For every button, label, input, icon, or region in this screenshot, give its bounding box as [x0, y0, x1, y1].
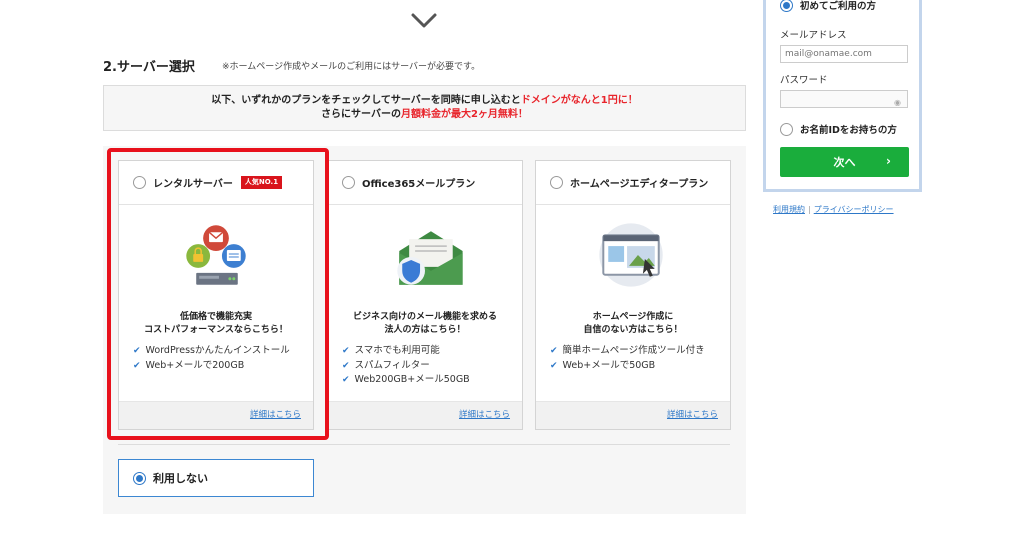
feature-item: スパムフィルター [342, 359, 470, 374]
first-time-option[interactable]: 初めてご利用の方 [780, 0, 876, 12]
feature-item: スマホでも利用可能 [342, 344, 470, 359]
password-field[interactable]: ◉ [780, 90, 908, 108]
notice-line1-highlight: ドメインがなんと1円に！ [520, 95, 638, 106]
plan-radio[interactable] [550, 176, 563, 189]
link-separator: | [808, 205, 811, 214]
campaign-notice: 以下、いずれかのプランをチェックしてサーバーを同時に申し込むとドメインがなんと1… [103, 85, 746, 131]
plan-desc-line1: ビジネス向けのメール機能を求める [352, 312, 497, 322]
terms-link[interactable]: 利用規約 [773, 205, 805, 214]
chevron-right-icon: › [886, 154, 891, 168]
divider [118, 444, 730, 445]
password-label: パスワード [780, 75, 828, 86]
no-use-option[interactable]: 利用しない [118, 459, 314, 497]
email-label: メールアドレス [780, 30, 847, 41]
radio-selected[interactable] [133, 471, 146, 485]
web-editor-illustration-icon [599, 223, 663, 287]
has-id-option[interactable]: お名前IDをお持ちの方 [780, 122, 897, 136]
plan-name: ホームページエディタープラン [570, 179, 709, 190]
plan-card-office365[interactable]: Office365メールプラン ビジネス向けのメール機能を求める 法人の方はこち… [327, 160, 523, 430]
section-note: ※ホームページ作成やメールのご利用にはサーバーが必要です。 [222, 62, 481, 72]
notice-line2: さらにサーバーの [321, 109, 401, 120]
eye-icon[interactable]: ◉ [894, 95, 901, 111]
no-use-label: 利用しない [153, 472, 208, 485]
first-time-label: 初めてご利用の方 [800, 1, 877, 12]
feature-item: Web200GB+メール50GB [342, 373, 470, 388]
notice-line1: 以下、いずれかのプランをチェックしてサーバーを同時に申し込むと [211, 95, 521, 106]
plan-desc-line2: 法人の方はこちら！ [384, 325, 466, 335]
plan-desc-line2: 自信のない方はこちら！ [583, 325, 683, 335]
plan-radio[interactable] [342, 176, 355, 189]
has-id-label: お名前IDをお持ちの方 [800, 125, 897, 136]
plan-card-homepage-editor[interactable]: ホームページエディタープラン ホームページ作成に 自信のない方はこちら！ 簡単ホ… [535, 160, 731, 430]
email-field[interactable] [780, 45, 908, 63]
footer-links: 利用規約 | プライバシーポリシー [773, 204, 894, 215]
feature-list: スマホでも利用可能 スパムフィルター Web200GB+メール50GB [342, 344, 470, 388]
feature-item: Web+メールで50GB [550, 359, 705, 374]
plan-description: ホームページ作成に 自信のない方はこちら！ [536, 311, 730, 337]
card-footer: 詳細はこちら [536, 401, 730, 429]
next-button[interactable]: 次へ › [780, 147, 909, 177]
detail-link[interactable]: 詳細はこちら [459, 410, 510, 420]
highlight-frame [107, 148, 329, 440]
feature-list: 簡単ホームページ作成ツール付き Web+メールで50GB [550, 344, 705, 373]
card-footer: 詳細はこちら [328, 401, 522, 429]
plan-desc-line1: ホームページ作成に [592, 312, 674, 322]
login-panel: 初めてご利用の方 メールアドレス パスワード ◉ お名前IDをお持ちの方 次へ … [763, 0, 922, 192]
next-label: 次へ [833, 156, 856, 169]
detail-link[interactable]: 詳細はこちら [667, 410, 718, 420]
section-title: 2.サーバー選択 [103, 60, 195, 75]
plan-radio[interactable] [780, 122, 793, 136]
notice-line2-highlight: 月額料金が最大2ヶ月無料！ [400, 109, 528, 120]
privacy-link[interactable]: プライバシーポリシー [814, 205, 894, 214]
mail-shield-illustration-icon [397, 231, 463, 285]
chevron-down-icon[interactable] [410, 12, 438, 30]
radio-selected[interactable] [780, 0, 793, 12]
plan-description: ビジネス向けのメール機能を求める 法人の方はこちら！ [328, 311, 522, 337]
plan-name: Office365メールプラン [362, 179, 476, 190]
feature-item: 簡単ホームページ作成ツール付き [550, 344, 705, 359]
